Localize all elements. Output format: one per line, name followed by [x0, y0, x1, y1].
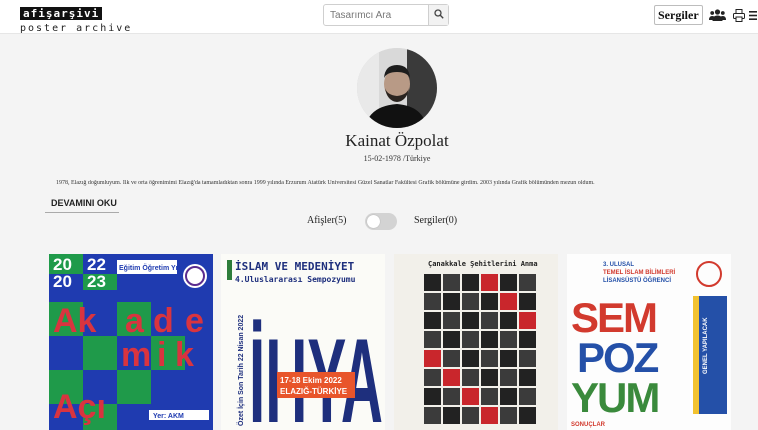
designer-name: Kainat Özpolat — [345, 131, 449, 150]
poster3-grid-cell — [481, 293, 498, 310]
poster3-grid-cell — [481, 331, 498, 348]
poster3-grid-cell — [481, 274, 498, 291]
poster1-year-c: 20 — [53, 272, 72, 291]
poster3-grid-cell — [443, 274, 460, 291]
poster3-grid-cell — [424, 369, 441, 386]
menu-icon[interactable] — [749, 7, 757, 23]
poster3-grid-cell — [500, 350, 517, 367]
poster-card-4[interactable]: 3. ULUSAL TEMEL İSLAM BİLİMLERİ LİSANSÜS… — [567, 254, 731, 430]
poster3-grid-cell — [519, 312, 536, 329]
poster3-grid-cell — [500, 293, 517, 310]
poster3-grid-cell — [519, 350, 536, 367]
poster3-grid-cell — [424, 388, 441, 405]
designer-search — [323, 4, 449, 26]
posters-exhibitions-switch[interactable] — [365, 213, 397, 230]
poster3-grid-cell — [443, 407, 460, 424]
poster2-date: 17-18 Ekim 2022 — [280, 376, 342, 385]
poster4-edition: 3. ULUSAL — [603, 262, 634, 268]
poster1-venue: Yer: AKM — [153, 413, 184, 420]
poster3-grid-cell — [443, 369, 460, 386]
poster4-side: GENEL YAPILACAK — [703, 317, 709, 374]
poster3-grid-cell — [519, 293, 536, 310]
posters-tab-label[interactable]: Afişler(5) — [307, 215, 346, 226]
poster3-grid-cell — [424, 350, 441, 367]
poster1-letter-k: k — [175, 336, 194, 374]
poster3-grid-cell — [443, 350, 460, 367]
poster2-location: ELAZIĞ-TÜRKİYE — [280, 387, 348, 396]
top-bar: afişarşivi poster archive Sergiler — [0, 0, 758, 34]
poster3-grid-cell — [519, 388, 536, 405]
poster4-line1: TEMEL İSLAM BİLİMLERİ — [603, 269, 676, 276]
search-icon — [433, 6, 444, 24]
poster3-grid-cell — [519, 274, 536, 291]
content-toggle: Afişler(5) Sergiler(0) — [0, 213, 758, 231]
poster3-grid-cell — [443, 293, 460, 310]
poster-card-2[interactable]: İSLAM VE MEDENİYET 4.Uluslararası Sempoz… — [221, 254, 385, 430]
poster3-grid-cell — [462, 293, 479, 310]
poster3-grid-cell — [424, 407, 441, 424]
poster1-letter-m: m — [121, 336, 151, 374]
poster3-grid-cell — [519, 407, 536, 424]
poster1-word-aci: Açı — [53, 388, 106, 426]
exhibitions-button[interactable]: Sergiler — [654, 5, 703, 25]
poster2-title: İSLAM VE MEDENİYET — [235, 259, 355, 273]
poster1-letter-a: a — [125, 302, 145, 340]
poster3-grid-cell — [462, 369, 479, 386]
poster1-year-d: 23 — [87, 272, 106, 291]
poster3-grid-cell — [462, 312, 479, 329]
search-input[interactable] — [324, 5, 428, 25]
poster3-grid-cell — [462, 331, 479, 348]
poster3-grid-cell — [481, 312, 498, 329]
poster3-grid-cell — [462, 407, 479, 424]
designer-bio: 1978, Elazığ doğumluyum. İlk ve orta öğr… — [56, 180, 595, 186]
poster3-grid-cell — [424, 331, 441, 348]
poster3-grid-cell — [519, 369, 536, 386]
read-more-button[interactable]: DEVAMINI OKU — [45, 197, 119, 213]
logo-main-text: afişarşivi — [20, 7, 103, 20]
poster1-letter-i: i — [157, 336, 166, 374]
poster3-grid-cell — [481, 407, 498, 424]
poster1-word-ak: Ak — [53, 302, 97, 340]
poster1-subtitle: Eğitim Öğretim Yılı — [119, 263, 182, 272]
poster3-grid-cell — [500, 407, 517, 424]
poster3-grid-cell — [500, 274, 517, 291]
poster4-line2: LİSANSÜSTÜ ÖĞRENCİ — [603, 276, 671, 284]
poster2-subtitle: 4.Uluslararası Sempozyumu — [235, 275, 356, 284]
poster1-letter-e: e — [185, 302, 204, 340]
exhibitions-tab-label[interactable]: Sergiler(0) — [414, 215, 457, 226]
poster3-grid-cell — [424, 293, 441, 310]
poster3-grid-cell — [424, 312, 441, 329]
poster3-grid-cell — [443, 312, 460, 329]
poster3-grid-cell — [481, 388, 498, 405]
poster3-grid-cell — [500, 331, 517, 348]
poster3-grid-cell — [519, 331, 536, 348]
poster1-letter-d: d — [153, 302, 174, 340]
poster3-grid-cell — [443, 388, 460, 405]
search-button[interactable] — [428, 5, 448, 25]
poster3-grid-cell — [481, 350, 498, 367]
poster4-yum: YUM — [571, 374, 658, 421]
print-icon[interactable] — [733, 7, 745, 23]
designer-birth-info: 15-02-1978 /Türkiye — [363, 154, 431, 163]
poster4-results: SONUÇLAR — [571, 422, 606, 428]
poster3-grid-cell — [462, 388, 479, 405]
users-icon[interactable] — [709, 7, 726, 23]
poster3-grid-cell — [443, 331, 460, 348]
poster3-grid-cell — [500, 388, 517, 405]
poster-card-3[interactable]: Çanakkale Şehitlerini Anma — [394, 254, 558, 430]
logo-sub-text: poster archive — [20, 23, 133, 34]
poster3-grid-cell — [424, 274, 441, 291]
poster3-title: Çanakkale Şehitlerini Anma — [428, 260, 538, 268]
poster3-grid-cell — [500, 369, 517, 386]
poster3-grid-cell — [481, 369, 498, 386]
poster2-deadline: Özet İçin Son Tarih 22 Nisan 2022 — [236, 315, 245, 426]
poster3-grid-cell — [462, 274, 479, 291]
site-logo[interactable]: afişarşivi poster archive — [20, 4, 132, 34]
poster3-grid-cell — [500, 312, 517, 329]
designer-avatar — [357, 48, 437, 128]
poster-card-1[interactable]: 20 22 20 23 Eğitim Öğretim Yılı Ak a d e… — [49, 254, 213, 430]
poster3-grid-cell — [462, 350, 479, 367]
switch-knob — [367, 215, 380, 228]
